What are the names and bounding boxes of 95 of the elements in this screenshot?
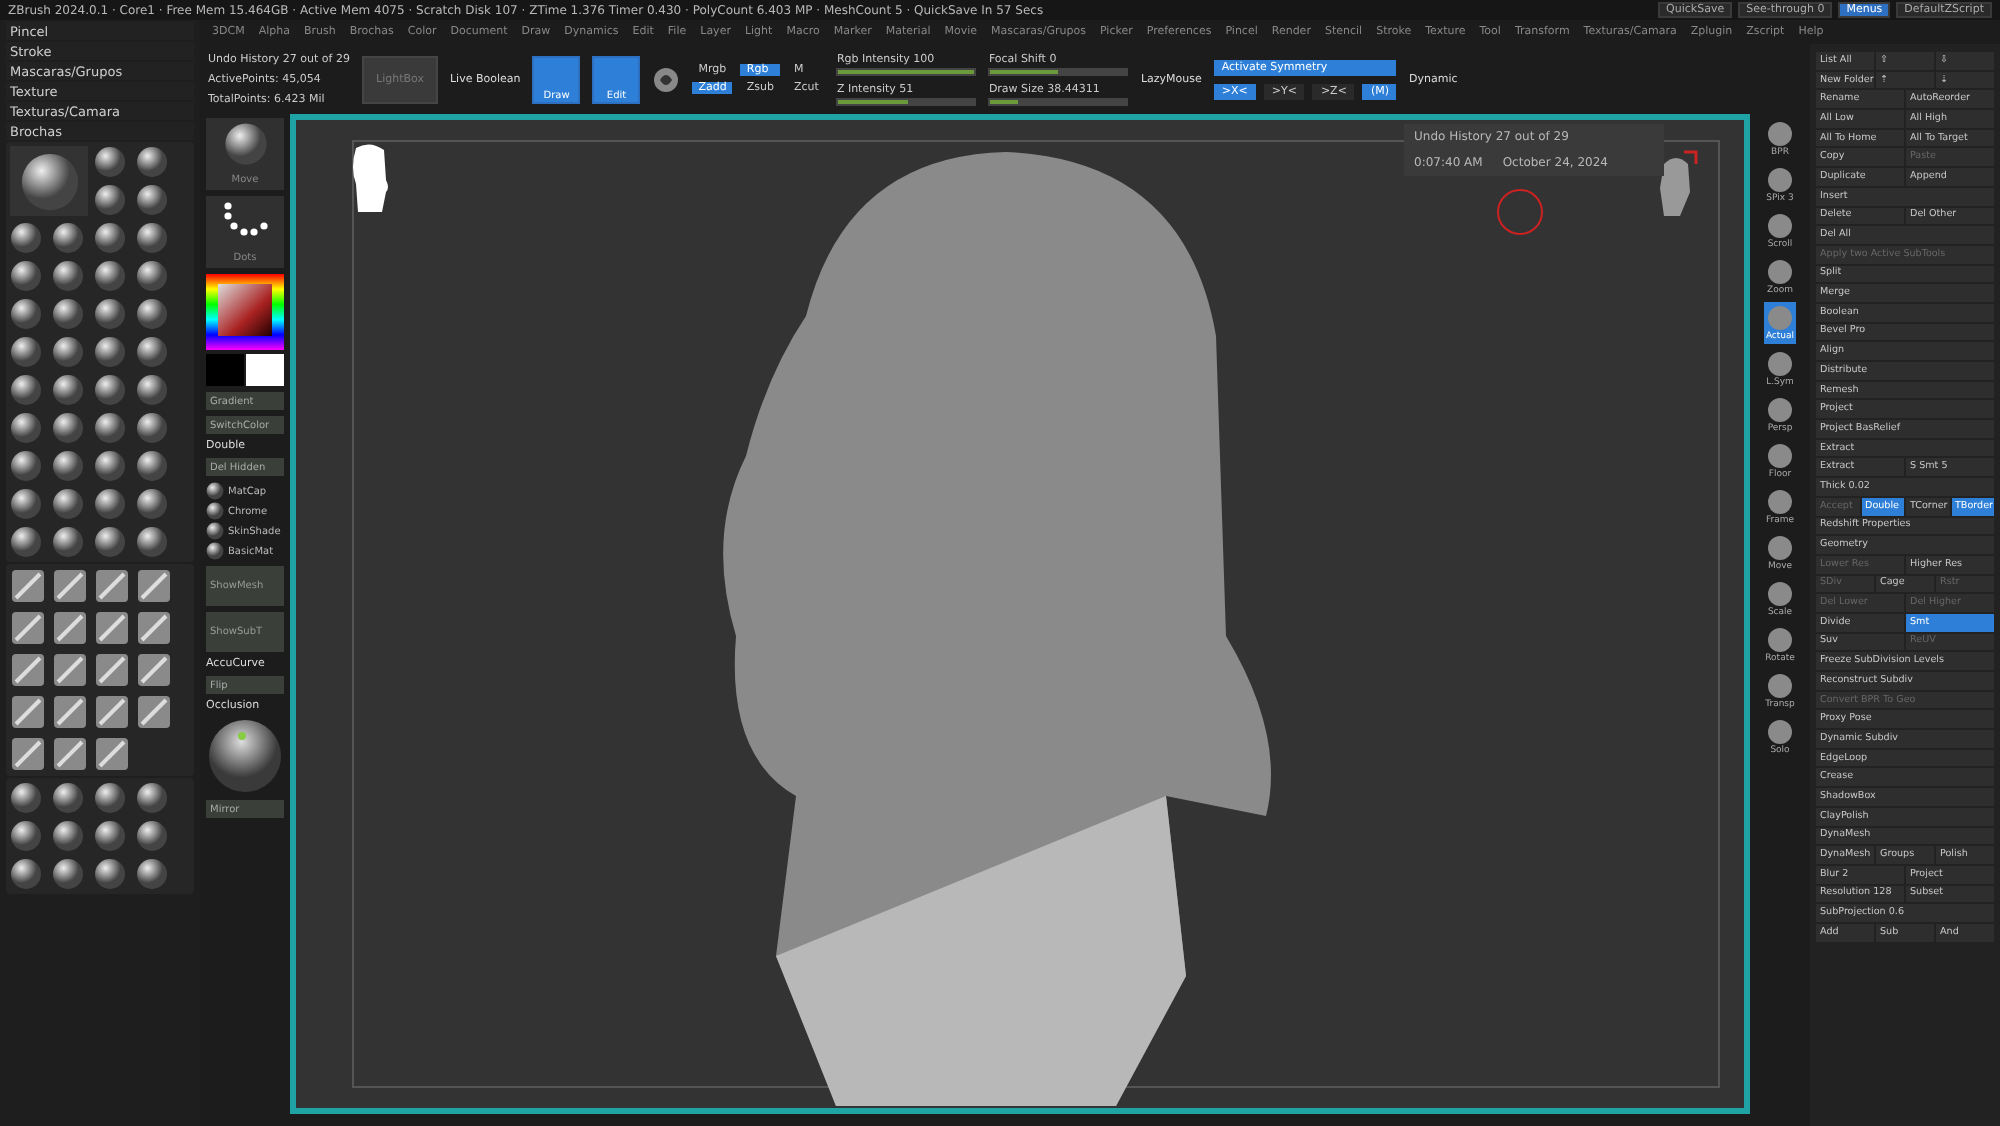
slider-track[interactable] (988, 97, 1129, 105)
brush-thumbnail-icon[interactable] (52, 526, 84, 558)
brush-thumbnail-icon[interactable] (136, 298, 168, 330)
brush-thumbnail-icon[interactable] (52, 260, 84, 292)
brush-thumbnail-icon[interactable] (52, 412, 84, 444)
brush-thumbnail-icon[interactable] (136, 450, 168, 482)
brush-thumbnail-icon[interactable] (94, 526, 126, 558)
head-silhouette-icon (348, 144, 392, 212)
brush-thumbnail-icon[interactable] (94, 412, 126, 444)
brush-thumbnail-icon[interactable] (52, 858, 84, 890)
brush-thumbnail-icon[interactable] (94, 374, 126, 406)
brush-thumbnail-icon[interactable] (94, 184, 126, 216)
brush-thumbnail-icon[interactable] (94, 488, 126, 520)
alpha-thumbnail-icon[interactable] (10, 568, 46, 604)
brush-thumbnail-icon[interactable] (136, 820, 168, 852)
brush-cursor-icon (1496, 188, 1544, 236)
view-tool-icon (1766, 350, 1794, 378)
view-tool-icon (1766, 534, 1794, 562)
sphere-tool-icon[interactable] (652, 65, 681, 93)
brush-thumbnail-icon[interactable] (136, 782, 168, 814)
brush-thumbnail-icon[interactable] (10, 450, 42, 482)
brush-thumbnail-icon[interactable] (52, 298, 84, 330)
view-tool-icon (1766, 120, 1794, 148)
brush-thumbnail-icon[interactable] (136, 146, 168, 178)
brush-thumbnail-icon[interactable] (136, 858, 168, 890)
brush-thumbnail-icon[interactable] (94, 782, 126, 814)
color-picker[interactable] (206, 274, 284, 386)
alpha-thumbnail-icon[interactable] (52, 610, 88, 646)
brush-thumbnail-icon[interactable] (10, 820, 42, 852)
brush-thumbnail-icon[interactable] (10, 336, 42, 368)
alpha-thumbnail-icon[interactable] (94, 694, 130, 730)
brush-thumbnail-icon[interactable] (10, 374, 42, 406)
brush-thumbnail-icon[interactable] (10, 298, 42, 330)
material-preview-sphere[interactable] (206, 718, 284, 794)
brush-thumbnail-icon[interactable] (94, 450, 126, 482)
brush-thumbnail-icon[interactable] (94, 298, 126, 330)
alpha-thumbnail-icon[interactable] (136, 694, 172, 730)
brush-thumbnail-icon[interactable] (94, 858, 126, 890)
view-tool-icon (1766, 442, 1794, 470)
brush-thumbnail-icon[interactable] (10, 488, 42, 520)
brush-sphere-icon[interactable] (223, 122, 267, 166)
view-tool-icon (1766, 672, 1794, 700)
brush-thumbnail-icon[interactable] (10, 782, 42, 814)
alpha-thumbnail-icon[interactable] (136, 610, 172, 646)
view-tool-icon (1766, 580, 1794, 608)
alpha-thumbnail-icon[interactable] (94, 736, 130, 772)
view-tool-icon (1766, 258, 1794, 286)
brush-thumbnail-icon[interactable] (136, 260, 168, 292)
brush-thumbnail-icon[interactable] (52, 374, 84, 406)
alpha-thumbnail-icon[interactable] (136, 652, 172, 688)
brush-thumbnail-icon[interactable] (94, 222, 126, 254)
alpha-thumbnail-icon[interactable] (10, 694, 46, 730)
brush-thumbnail-icon[interactable] (136, 222, 168, 254)
view-tool-icon (1766, 718, 1794, 746)
dots-stroke-icon (221, 200, 269, 240)
slider-track[interactable] (836, 97, 977, 105)
view-tool-icon (1766, 166, 1794, 194)
brush-thumbnail-icon[interactable] (136, 488, 168, 520)
view-tool-icon (1765, 304, 1794, 332)
brush-thumbnail-icon[interactable] (136, 526, 168, 558)
brush-thumbnail-icon[interactable] (10, 260, 42, 292)
alpha-thumbnail-icon[interactable] (52, 652, 88, 688)
brush-thumbnail-icon[interactable] (10, 412, 42, 444)
alpha-thumbnail-icon[interactable] (52, 736, 88, 772)
brush-thumbnail-icon[interactable] (52, 336, 84, 368)
brush-thumbnail-icon[interactable] (52, 488, 84, 520)
brush-thumbnail-icon[interactable] (94, 820, 126, 852)
alpha-thumbnail-icon[interactable] (10, 610, 46, 646)
brush-thumbnail-icon[interactable] (52, 820, 84, 852)
brush-thumbnail-icon[interactable] (52, 782, 84, 814)
alpha-thumbnail-icon[interactable] (52, 568, 88, 604)
brush-thumbnail-icon[interactable] (52, 450, 84, 482)
alpha-thumbnail-icon[interactable] (136, 568, 172, 604)
brush-thumbnail-icon[interactable] (10, 526, 42, 558)
alpha-thumbnail-icon[interactable] (10, 736, 46, 772)
brush-thumbnail-icon[interactable] (136, 184, 168, 216)
brush-thumbnail-icon[interactable] (136, 374, 168, 406)
view-tool-icon (1766, 396, 1794, 424)
brush-thumbnail-icon[interactable] (136, 336, 168, 368)
brush-thumbnail-icon[interactable] (94, 336, 126, 368)
brush-thumbnail-icon[interactable] (10, 222, 42, 254)
alpha-thumbnail-icon[interactable] (94, 610, 130, 646)
brush-thumbnail-icon[interactable] (10, 858, 42, 890)
alpha-thumbnail-icon[interactable] (94, 568, 130, 604)
brush-thumbnail-icon[interactable] (94, 146, 126, 178)
slider-track[interactable] (988, 67, 1129, 75)
alpha-thumbnail-icon[interactable] (94, 652, 130, 688)
brush-thumbnail-icon[interactable] (52, 222, 84, 254)
view-tool-icon (1766, 488, 1794, 516)
view-tool-icon (1765, 626, 1794, 654)
alpha-thumbnail-icon[interactable] (52, 694, 88, 730)
view-tool-icon (1766, 212, 1794, 240)
alpha-thumbnail-icon[interactable] (10, 652, 46, 688)
brush-thumbnail-icon[interactable] (136, 412, 168, 444)
brush-thumbnail-icon[interactable] (94, 260, 126, 292)
